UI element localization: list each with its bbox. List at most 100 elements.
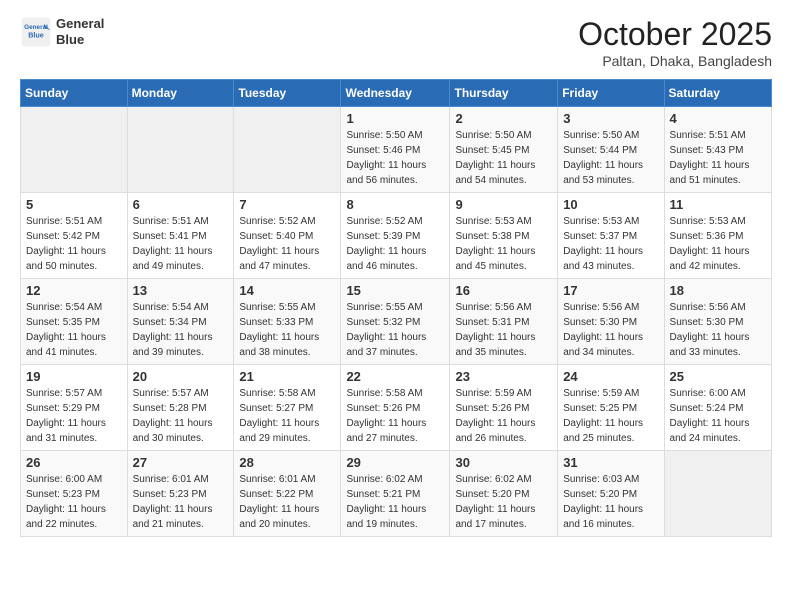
weekday-header-saturday: Saturday <box>664 80 771 107</box>
day-info: Sunrise: 5:58 AM Sunset: 5:27 PM Dayligh… <box>239 386 335 446</box>
day-info: Sunrise: 5:56 AM Sunset: 5:30 PM Dayligh… <box>670 300 766 360</box>
day-number: 18 <box>670 283 766 298</box>
calendar-cell: 4 Sunrise: 5:51 AM Sunset: 5:43 PM Daylig… <box>664 107 771 193</box>
day-number: 5 <box>26 197 122 212</box>
day-info: Sunrise: 5:50 AM Sunset: 5:45 PM Dayligh… <box>455 128 552 188</box>
svg-text:Blue: Blue <box>28 31 44 40</box>
day-number: 13 <box>133 283 229 298</box>
calendar-cell: 31 Sunrise: 6:03 AM Sunset: 5:20 PM Dayli… <box>558 451 664 537</box>
day-info: Sunrise: 6:02 AM Sunset: 5:21 PM Dayligh… <box>346 472 444 532</box>
day-number: 3 <box>563 111 658 126</box>
day-number: 20 <box>133 369 229 384</box>
weekday-header-row: SundayMondayTuesdayWednesdayThursdayFrid… <box>21 80 772 107</box>
calendar-cell: 2 Sunrise: 5:50 AM Sunset: 5:45 PM Daylig… <box>450 107 558 193</box>
calendar-cell: 10 Sunrise: 5:53 AM Sunset: 5:37 PM Dayli… <box>558 193 664 279</box>
day-number: 30 <box>455 455 552 470</box>
day-info: Sunrise: 5:52 AM Sunset: 5:40 PM Dayligh… <box>239 214 335 274</box>
day-info: Sunrise: 6:00 AM Sunset: 5:24 PM Dayligh… <box>670 386 766 446</box>
day-number: 2 <box>455 111 552 126</box>
day-number: 17 <box>563 283 658 298</box>
calendar-cell: 8 Sunrise: 5:52 AM Sunset: 5:39 PM Daylig… <box>341 193 450 279</box>
day-info: Sunrise: 5:51 AM Sunset: 5:43 PM Dayligh… <box>670 128 766 188</box>
location: Paltan, Dhaka, Bangladesh <box>578 53 772 69</box>
day-info: Sunrise: 5:53 AM Sunset: 5:37 PM Dayligh… <box>563 214 658 274</box>
calendar-cell: 12Sunrise: 5:54 AM Sunset: 5:35 PM Dayli… <box>21 279 128 365</box>
calendar-cell: 14 Sunrise: 5:55 AM Sunset: 5:33 PM Dayli… <box>234 279 341 365</box>
day-info: Sunrise: 6:00 AM Sunset: 5:23 PM Dayligh… <box>26 472 122 532</box>
title-block: October 2025 Paltan, Dhaka, Bangladesh <box>578 16 772 69</box>
calendar-cell: 24Sunrise: 5:59 AM Sunset: 5:25 PM Dayli… <box>558 365 664 451</box>
day-info: Sunrise: 5:55 AM Sunset: 5:33 PM Dayligh… <box>239 300 335 360</box>
logo-icon: General Blue <box>20 16 52 48</box>
calendar-week-2: 5Sunrise: 5:51 AM Sunset: 5:42 PM Daylig… <box>21 193 772 279</box>
logo: General Blue General Blue <box>20 16 104 48</box>
calendar-week-3: 12Sunrise: 5:54 AM Sunset: 5:35 PM Dayli… <box>21 279 772 365</box>
day-number: 8 <box>346 197 444 212</box>
day-info: Sunrise: 5:50 AM Sunset: 5:44 PM Dayligh… <box>563 128 658 188</box>
day-number: 6 <box>133 197 229 212</box>
day-number: 14 <box>239 283 335 298</box>
calendar-cell: 6 Sunrise: 5:51 AM Sunset: 5:41 PM Daylig… <box>127 193 234 279</box>
calendar-cell: 28 Sunrise: 6:01 AM Sunset: 5:22 PM Dayli… <box>234 451 341 537</box>
day-number: 19 <box>26 369 122 384</box>
day-number: 27 <box>133 455 229 470</box>
calendar-cell: 21Sunrise: 5:58 AM Sunset: 5:27 PM Dayli… <box>234 365 341 451</box>
day-info: Sunrise: 5:57 AM Sunset: 5:28 PM Dayligh… <box>133 386 229 446</box>
calendar-body: 1Sunrise: 5:50 AM Sunset: 5:46 PM Daylig… <box>21 107 772 537</box>
calendar-cell: 22Sunrise: 5:58 AM Sunset: 5:26 PM Dayli… <box>341 365 450 451</box>
day-info: Sunrise: 5:58 AM Sunset: 5:26 PM Dayligh… <box>346 386 444 446</box>
weekday-header-friday: Friday <box>558 80 664 107</box>
day-info: Sunrise: 5:51 AM Sunset: 5:41 PM Dayligh… <box>133 214 229 274</box>
day-info: Sunrise: 6:01 AM Sunset: 5:22 PM Dayligh… <box>239 472 335 532</box>
day-number: 26 <box>26 455 122 470</box>
logo-text: General Blue <box>56 16 104 47</box>
calendar-cell: 30 Sunrise: 6:02 AM Sunset: 5:20 PM Dayli… <box>450 451 558 537</box>
calendar-header: SundayMondayTuesdayWednesdayThursdayFrid… <box>21 80 772 107</box>
weekday-header-thursday: Thursday <box>450 80 558 107</box>
calendar-week-1: 1Sunrise: 5:50 AM Sunset: 5:46 PM Daylig… <box>21 107 772 193</box>
calendar-table: SundayMondayTuesdayWednesdayThursdayFrid… <box>20 79 772 537</box>
day-number: 31 <box>563 455 658 470</box>
calendar-cell: 1Sunrise: 5:50 AM Sunset: 5:46 PM Daylig… <box>341 107 450 193</box>
calendar-cell: 26 Sunrise: 6:00 AM Sunset: 5:23 PM Dayli… <box>21 451 128 537</box>
calendar-cell: 25 Sunrise: 6:00 AM Sunset: 5:24 PM Dayli… <box>664 365 771 451</box>
calendar-cell: 11 Sunrise: 5:53 AM Sunset: 5:36 PM Dayli… <box>664 193 771 279</box>
calendar-cell: 3 Sunrise: 5:50 AM Sunset: 5:44 PM Daylig… <box>558 107 664 193</box>
day-number: 7 <box>239 197 335 212</box>
day-number: 4 <box>670 111 766 126</box>
day-info: Sunrise: 6:03 AM Sunset: 5:20 PM Dayligh… <box>563 472 658 532</box>
calendar-cell: 15 Sunrise: 5:55 AM Sunset: 5:32 PM Dayli… <box>341 279 450 365</box>
calendar-cell <box>664 451 771 537</box>
day-number: 23 <box>455 369 552 384</box>
calendar-cell: 23 Sunrise: 5:59 AM Sunset: 5:26 PM Dayli… <box>450 365 558 451</box>
calendar-cell: 18 Sunrise: 5:56 AM Sunset: 5:30 PM Dayli… <box>664 279 771 365</box>
calendar-cell <box>234 107 341 193</box>
day-info: Sunrise: 5:52 AM Sunset: 5:39 PM Dayligh… <box>346 214 444 274</box>
calendar-cell: 9 Sunrise: 5:53 AM Sunset: 5:38 PM Daylig… <box>450 193 558 279</box>
day-number: 11 <box>670 197 766 212</box>
day-number: 25 <box>670 369 766 384</box>
day-number: 15 <box>346 283 444 298</box>
day-info: Sunrise: 5:57 AM Sunset: 5:29 PM Dayligh… <box>26 386 122 446</box>
calendar-cell: 5Sunrise: 5:51 AM Sunset: 5:42 PM Daylig… <box>21 193 128 279</box>
day-info: Sunrise: 5:55 AM Sunset: 5:32 PM Dayligh… <box>346 300 444 360</box>
day-info: Sunrise: 5:59 AM Sunset: 5:26 PM Dayligh… <box>455 386 552 446</box>
day-number: 12 <box>26 283 122 298</box>
day-number: 29 <box>346 455 444 470</box>
day-info: Sunrise: 5:53 AM Sunset: 5:36 PM Dayligh… <box>670 214 766 274</box>
calendar-cell: 20 Sunrise: 5:57 AM Sunset: 5:28 PM Dayli… <box>127 365 234 451</box>
weekday-header-tuesday: Tuesday <box>234 80 341 107</box>
calendar-cell: 7 Sunrise: 5:52 AM Sunset: 5:40 PM Daylig… <box>234 193 341 279</box>
calendar-week-4: 19 Sunrise: 5:57 AM Sunset: 5:29 PM Dayli… <box>21 365 772 451</box>
day-number: 28 <box>239 455 335 470</box>
month-title: October 2025 <box>578 16 772 53</box>
day-info: Sunrise: 6:02 AM Sunset: 5:20 PM Dayligh… <box>455 472 552 532</box>
day-number: 10 <box>563 197 658 212</box>
day-info: Sunrise: 5:53 AM Sunset: 5:38 PM Dayligh… <box>455 214 552 274</box>
calendar-cell <box>127 107 234 193</box>
day-number: 16 <box>455 283 552 298</box>
day-number: 9 <box>455 197 552 212</box>
day-number: 1 <box>346 111 444 126</box>
calendar-cell: 29 Sunrise: 6:02 AM Sunset: 5:21 PM Dayli… <box>341 451 450 537</box>
day-info: Sunrise: 6:01 AM Sunset: 5:23 PM Dayligh… <box>133 472 229 532</box>
